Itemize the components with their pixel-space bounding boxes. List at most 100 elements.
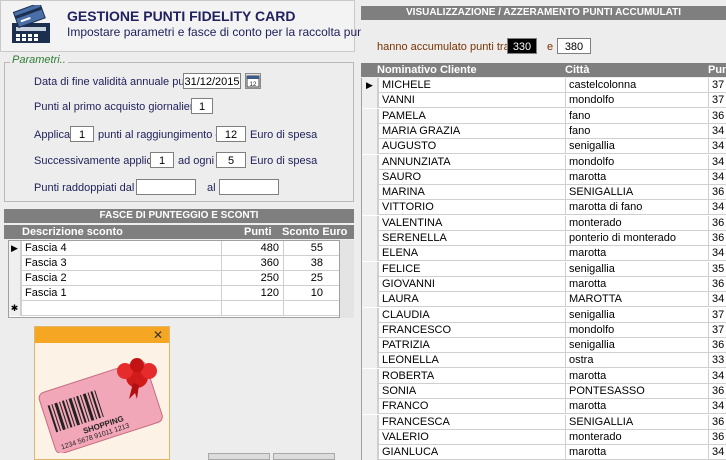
points-cell-points[interactable]: 34 — [708, 399, 726, 415]
bands-cell-discount[interactable]: 38 — [283, 256, 339, 271]
bands-row[interactable]: ▶ Fascia 4 480 55 — [9, 241, 339, 256]
row-selector[interactable]: ✱ — [9, 301, 21, 316]
points-cell-name[interactable]: VITTORIO — [378, 200, 565, 216]
points-cell-city[interactable]: mondolfo — [565, 154, 708, 170]
points-row[interactable]: VALERIO monterado 36 — [362, 429, 726, 445]
points-cell-points[interactable]: 37 — [708, 93, 726, 109]
points-cell-points[interactable]: 34 — [708, 445, 726, 460]
points-row[interactable]: MARINA SENIGALLIA 36 — [362, 185, 726, 201]
points-row[interactable]: SONIA PONTESASSO 36 — [362, 384, 726, 399]
row-selector[interactable] — [362, 93, 378, 109]
points-row[interactable]: ROBERTA marotta 34 — [362, 368, 726, 384]
points-cell-points[interactable]: 37 — [708, 322, 726, 338]
points-cell-points[interactable]: 36 — [708, 276, 726, 292]
points-cell-name[interactable]: PATRIZIA — [378, 338, 565, 354]
row-selector[interactable]: ▶ — [362, 78, 378, 93]
points-cell-city[interactable]: mondolfo — [565, 93, 708, 109]
row-selector[interactable] — [9, 271, 21, 286]
points-cell-points[interactable]: 34 — [708, 169, 726, 185]
filter-from-field[interactable]: 330 — [507, 38, 537, 54]
points-cell-city[interactable]: senigallia — [565, 307, 708, 323]
points-cell-name[interactable]: VALERIO — [378, 429, 565, 445]
points-cell-name[interactable]: ROBERTA — [378, 368, 565, 384]
points-cell-city[interactable]: SENIGALLIA — [565, 414, 708, 430]
bands-cell-desc[interactable] — [21, 301, 221, 316]
points-row[interactable]: LAURA MAROTTA 34 — [362, 292, 726, 308]
bands-cell-desc[interactable]: Fascia 4 — [21, 241, 221, 256]
points-row[interactable]: SERENELLA ponterio di monterado 36 — [362, 231, 726, 246]
close-icon[interactable]: ✕ — [151, 328, 165, 342]
row-selector[interactable] — [362, 154, 378, 170]
points-cell-name[interactable]: FRANCESCA — [378, 414, 565, 430]
points-row[interactable]: AUGUSTO senigallia 34 — [362, 139, 726, 155]
points-cell-name[interactable]: SERENELLA — [378, 231, 565, 246]
toolbar-button-2[interactable] — [273, 453, 335, 460]
bands-cell-discount[interactable]: 55 — [283, 241, 339, 256]
points-cell-name[interactable]: CLAUDIA — [378, 307, 565, 323]
points-row[interactable]: PATRIZIA senigallia 36 — [362, 338, 726, 354]
points-cell-name[interactable]: SONIA — [378, 384, 565, 399]
then-points-field[interactable]: 1 — [150, 152, 174, 168]
points-cell-points[interactable]: 36 — [708, 231, 726, 246]
points-row[interactable]: ▶ MICHELE castelcolonna 37 — [362, 78, 726, 93]
points-cell-city[interactable]: fano — [565, 123, 708, 139]
points-row[interactable]: GIANLUCA marotta 34 — [362, 445, 726, 460]
toolbar-button-1[interactable] — [208, 453, 270, 460]
points-row[interactable]: VALENTINA monterado 36 — [362, 215, 726, 231]
points-cell-points[interactable]: 34 — [708, 200, 726, 216]
points-cell-name[interactable]: GIANLUCA — [378, 445, 565, 460]
points-cell-points[interactable]: 37 — [708, 307, 726, 323]
first-purchase-field[interactable]: 1 — [191, 98, 213, 114]
points-cell-name[interactable]: VANNI — [378, 93, 565, 109]
points-cell-name[interactable]: LEONELLA — [378, 353, 565, 369]
points-cell-points[interactable]: 34 — [708, 154, 726, 170]
points-cell-points[interactable]: 36 — [708, 185, 726, 201]
points-cell-city[interactable]: senigallia — [565, 338, 708, 354]
row-selector[interactable] — [362, 261, 378, 277]
row-selector[interactable] — [362, 215, 378, 231]
points-cell-name[interactable]: ANNUNZIATA — [378, 154, 565, 170]
points-cell-points[interactable]: 34 — [708, 139, 726, 155]
points-cell-name[interactable]: MARIA GRAZIA — [378, 123, 565, 139]
apply-points-field[interactable]: 1 — [70, 126, 94, 142]
double-to-field[interactable] — [219, 179, 279, 195]
bands-cell-desc[interactable]: Fascia 2 — [21, 271, 221, 286]
points-cell-points[interactable]: 34 — [708, 368, 726, 384]
bands-row[interactable]: Fascia 3 360 38 — [9, 256, 339, 271]
points-cell-city[interactable]: marotta — [565, 169, 708, 185]
points-row[interactable]: CLAUDIA senigallia 37 — [362, 307, 726, 323]
points-cell-points[interactable]: 35 — [708, 261, 726, 277]
row-selector[interactable] — [362, 414, 378, 430]
points-row[interactable]: ANNUNZIATA mondolfo 34 — [362, 154, 726, 170]
row-selector[interactable] — [362, 384, 378, 399]
points-cell-city[interactable]: SENIGALLIA — [565, 185, 708, 201]
row-selector[interactable] — [362, 185, 378, 201]
bands-cell-points[interactable] — [221, 301, 283, 316]
points-cell-name[interactable]: PAMELA — [378, 108, 565, 124]
bands-cell-points[interactable]: 120 — [221, 286, 283, 301]
points-cell-city[interactable]: marotta — [565, 246, 708, 262]
points-cell-points[interactable]: 36 — [708, 429, 726, 445]
row-selector[interactable] — [362, 445, 378, 460]
row-selector[interactable] — [9, 256, 21, 271]
points-row[interactable]: FRANCESCO mondolfo 37 — [362, 322, 726, 338]
calendar-button[interactable]: 12 — [245, 73, 261, 89]
points-row[interactable]: PAMELA fano 36 — [362, 108, 726, 124]
row-selector[interactable] — [9, 286, 21, 301]
points-cell-points[interactable]: 34 — [708, 246, 726, 262]
points-cell-points[interactable]: 34 — [708, 292, 726, 308]
points-cell-points[interactable]: 36 — [708, 108, 726, 124]
points-cell-city[interactable]: monterado — [565, 215, 708, 231]
points-cell-points[interactable]: 33 — [708, 353, 726, 369]
points-cell-city[interactable]: marotta — [565, 445, 708, 460]
points-cell-name[interactable]: GIOVANNI — [378, 276, 565, 292]
points-cell-name[interactable]: VALENTINA — [378, 215, 565, 231]
points-cell-name[interactable]: FELICE — [378, 261, 565, 277]
row-selector[interactable] — [362, 399, 378, 415]
points-cell-points[interactable]: 36 — [708, 338, 726, 354]
points-row[interactable]: LEONELLA ostra 33 — [362, 353, 726, 369]
points-row[interactable]: VANNI mondolfo 37 — [362, 93, 726, 109]
row-selector[interactable] — [362, 292, 378, 308]
points-cell-city[interactable]: senigallia — [565, 261, 708, 277]
row-selector[interactable] — [362, 169, 378, 185]
